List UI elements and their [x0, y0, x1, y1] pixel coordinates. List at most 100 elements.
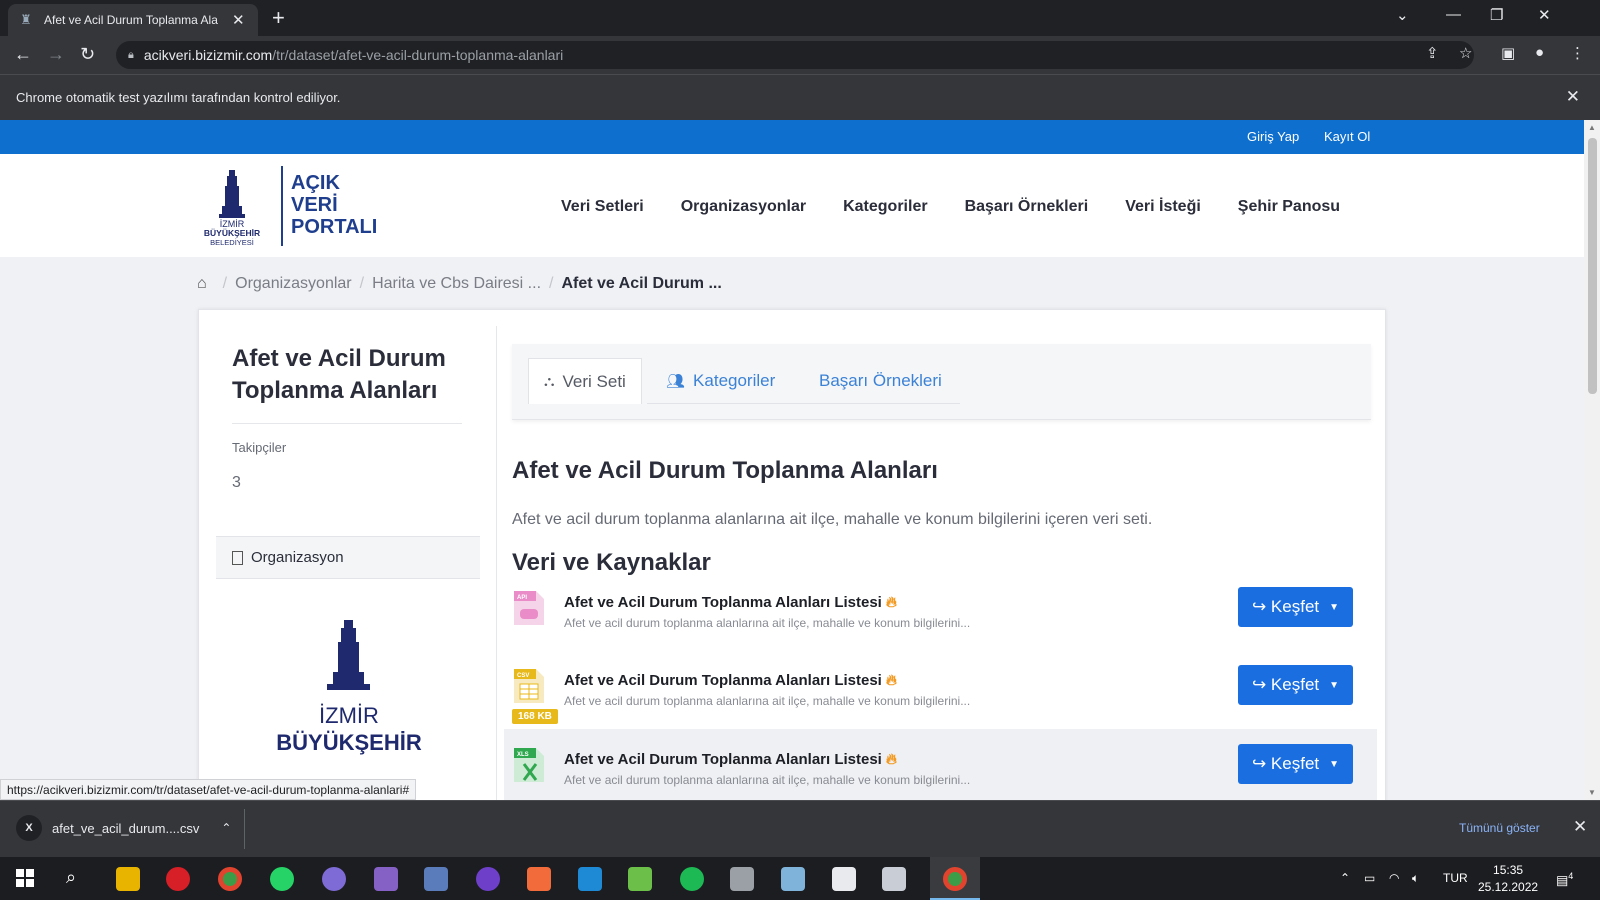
resource-item[interactable]: API Afet ve Acil Durum Toplanma Alanları…	[512, 587, 1377, 659]
infobar-close-icon[interactable]: ✕	[1566, 87, 1580, 107]
show-all-downloads-link[interactable]: Tümünü göster	[1459, 821, 1540, 835]
logo-line-2: VERİ	[291, 194, 338, 216]
minimize-icon[interactable]: —	[1446, 6, 1461, 23]
tab-search-icon[interactable]: ⌄	[1396, 6, 1409, 24]
chrome-active-icon[interactable]	[943, 867, 967, 891]
organization-logo[interactable]: İZMİR BÜYÜKŞEHİR	[269, 620, 429, 800]
download-file-name[interactable]: afet_ve_acil_durum....csv	[52, 821, 199, 836]
menu-kebab-icon[interactable]: ⋮	[1570, 44, 1585, 62]
breadcrumb-item-department[interactable]: Harita ve Cbs Dairesi ...	[372, 275, 541, 293]
notepad-icon[interactable]	[781, 867, 805, 891]
followers-label: Takipçiler	[232, 440, 287, 455]
scroll-up-icon[interactable]: ▲	[1588, 123, 1596, 132]
side-panel-icon[interactable]: ▣	[1501, 44, 1515, 62]
portal-wordmark: AÇIK VERİ PORTALI	[291, 172, 377, 238]
breadcrumb-item-current[interactable]: Afet ve Acil Durum ...	[561, 275, 721, 293]
resource-item[interactable]: XLS Afet ve Acil Durum Toplanma Alanları…	[504, 729, 1377, 800]
close-tab-icon[interactable]: ✕	[232, 11, 245, 29]
reload-icon[interactable]: ↻	[80, 44, 95, 64]
nav-organizasyonlar[interactable]: Organizasyonlar	[681, 198, 806, 216]
language-indicator[interactable]: TUR	[1443, 871, 1468, 885]
scroll-down-icon[interactable]: ▼	[1588, 788, 1596, 797]
new-tab-button[interactable]: +	[272, 7, 285, 29]
download-bar-close-icon[interactable]: ✕	[1573, 817, 1587, 837]
close-window-icon[interactable]: ✕	[1538, 6, 1551, 24]
nav-veri-istegi[interactable]: Veri İsteği	[1125, 198, 1201, 216]
scrollbar-thumb[interactable]	[1588, 138, 1597, 394]
url-text[interactable]: acikveri.bizizmir.com/tr/dataset/afet-ve…	[144, 47, 563, 63]
messenger-icon[interactable]	[322, 867, 346, 891]
chevron-up-icon[interactable]: ⌃	[221, 821, 231, 835]
browser-toolbar: ← → ↻ 🔒︎ acikveri.bizizmir.com/tr/datase…	[0, 36, 1600, 74]
svg-text:XLS: XLS	[517, 752, 529, 758]
api-file-icon: API	[514, 591, 544, 625]
grid-app-icon[interactable]	[832, 867, 856, 891]
tab-veri-seti[interactable]: ⛬ Veri Seti	[528, 358, 642, 404]
volume-icon[interactable]: 🔈︎	[1412, 871, 1419, 886]
profile-icon[interactable]: ●	[1535, 44, 1544, 61]
register-link[interactable]: Kayıt Ol	[1324, 129, 1370, 144]
battery-icon[interactable]: ▭	[1364, 871, 1375, 885]
resource-title[interactable]: Afet ve Acil Durum Toplanma Alanları Lis…	[564, 672, 897, 689]
opera-icon[interactable]	[166, 867, 190, 891]
search-icon[interactable]: ⌕	[66, 867, 76, 888]
resource-title[interactable]: Afet ve Acil Durum Toplanma Alanları Lis…	[564, 751, 897, 768]
flame-icon: 🔥︎	[885, 672, 897, 689]
virtualbox-icon[interactable]	[424, 867, 448, 891]
resource-item[interactable]: CSV 168 KB Afet ve Acil Durum Toplanma A…	[512, 665, 1377, 737]
dataset-sidebar: Afet ve Acil Durum Toplanma Alanları Tak…	[199, 310, 496, 800]
nav-veri-setleri[interactable]: Veri Setleri	[561, 198, 644, 216]
download-bar: X afet_ve_acil_durum....csv ⌃ Tümünü gös…	[0, 800, 1600, 857]
tray-chevron-icon[interactable]: ⌃	[1340, 871, 1350, 885]
browser-tab[interactable]: ♜ Afet ve Acil Durum Toplanma Ala ✕	[8, 4, 258, 36]
chrome-icon[interactable]	[218, 867, 242, 891]
building-icon	[232, 550, 243, 565]
explore-button[interactable]: ↪ Keşfet ▼	[1238, 665, 1353, 705]
windows-start-icon[interactable]	[16, 869, 34, 887]
vscode-icon[interactable]	[578, 867, 602, 891]
address-bar[interactable]: 🔒︎ acikveri.bizizmir.com/tr/dataset/afet…	[116, 41, 1474, 69]
share-icon[interactable]: ⇪	[1426, 44, 1439, 62]
bookmark-star-icon[interactable]: ☆	[1459, 44, 1472, 62]
site-header: İZMİR BÜYÜKŞEHİR BELEDİYESİ AÇIK VERİ PO…	[0, 154, 1584, 257]
window-app-icon[interactable]	[882, 867, 906, 891]
svg-text:CSV: CSV	[517, 673, 529, 679]
breadcrumb-item-organizations[interactable]: Organizasyonlar	[235, 275, 352, 293]
spotify-icon[interactable]	[680, 867, 704, 891]
portal-logo[interactable]: İZMİR BÜYÜKŞEHİR BELEDİYESİ AÇIK VERİ PO…	[195, 166, 395, 248]
database-icon[interactable]	[730, 867, 754, 891]
flame-icon: 🔥︎	[885, 594, 897, 611]
tab-basari-ornekleri[interactable]: Başarı Örnekleri	[819, 358, 942, 404]
restore-icon[interactable]: ❐	[1490, 6, 1503, 24]
tab-kategoriler[interactable]: 👥︎ Kategoriler	[666, 358, 775, 404]
notification-icon[interactable]: ▤4	[1556, 871, 1573, 888]
datagrip-icon[interactable]	[628, 867, 652, 891]
file-explorer-icon[interactable]	[116, 867, 140, 891]
explore-button[interactable]: ↪ Keşfet ▼	[1238, 587, 1353, 627]
page-scrollbar[interactable]: ▲ ▼	[1584, 120, 1600, 800]
login-link[interactable]: Giriş Yap	[1247, 129, 1299, 144]
nav-sehir-panosu[interactable]: Şehir Panosu	[1238, 198, 1340, 216]
resource-title[interactable]: Afet ve Acil Durum Toplanma Alanları Lis…	[564, 594, 897, 611]
status-url-bubble: https://acikveri.bizizmir.com/tr/dataset…	[0, 779, 417, 800]
home-icon[interactable]: ⌂	[197, 275, 207, 293]
browser-tab-strip: ♜ Afet ve Acil Durum Toplanma Ala ✕ + ⌄ …	[0, 0, 1600, 36]
clock[interactable]: 15:35 25.12.2022	[1478, 862, 1538, 896]
resource-description: Afet ve acil durum toplanma alanlarına a…	[564, 616, 971, 630]
infobar-message: Chrome otomatik test yazılımı tarafından…	[16, 90, 341, 105]
visual-studio-icon[interactable]	[374, 867, 398, 891]
nav-basari-ornekleri[interactable]: Başarı Örnekleri	[965, 198, 1089, 216]
explore-button[interactable]: ↪ Keşfet ▼	[1238, 744, 1353, 784]
download-item[interactable]: X afet_ve_acil_durum....csv ⌃	[16, 815, 231, 841]
csv-file-icon: CSV	[514, 669, 544, 703]
nav-kategoriler[interactable]: Kategoriler	[843, 198, 927, 216]
xampp-icon[interactable]	[527, 867, 551, 891]
forward-icon[interactable]: →	[47, 44, 65, 64]
github-icon[interactable]	[476, 867, 500, 891]
back-icon[interactable]: ←	[14, 44, 32, 64]
wifi-icon[interactable]: ◠	[1389, 871, 1399, 885]
whatsapp-icon[interactable]	[270, 867, 294, 891]
organization-label: Organizasyon	[251, 549, 344, 566]
sidebar-title: Afet ve Acil Durum Toplanma Alanları	[232, 345, 446, 404]
users-icon: 👥︎	[666, 373, 686, 390]
